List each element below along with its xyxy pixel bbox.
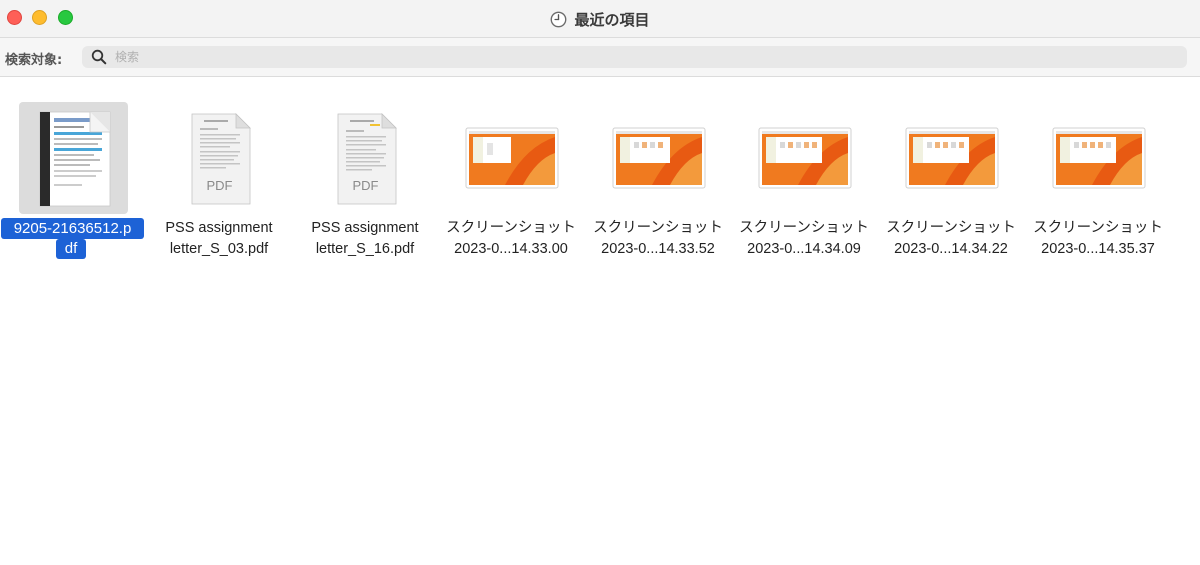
file-name-line1: スクリーンショット: [446, 220, 576, 236]
pdf-badge: PDF: [206, 178, 233, 193]
search-icon: [91, 49, 107, 65]
file-name-line2: letter_S_16.pdf: [315, 241, 415, 257]
file-name-line2: 2023-0...14.33.00: [454, 241, 568, 257]
file-name-line2: 2023-0...14.33.52: [601, 241, 715, 257]
file-name-line2: letter_S_03.pdf: [169, 241, 269, 257]
file-name-line2: df: [56, 239, 86, 259]
screenshot-thumbnail: [465, 127, 558, 189]
file-item[interactable]: スクリーンショット 2023-0...14.33.52: [585, 102, 731, 272]
file-name-label: スクリーンショット 2023-0...14.34.22: [878, 218, 1024, 260]
screenshot-thumbnail: [612, 127, 705, 189]
file-name-line1: スクリーンショット: [593, 220, 723, 236]
file-item[interactable]: スクリーンショット 2023-0...14.33.00: [438, 102, 584, 272]
search-bar: 検索対象:: [0, 38, 1200, 77]
file-name-line1: スクリーンショット: [1033, 220, 1163, 236]
screenshot-thumbnail: [1052, 127, 1145, 189]
file-thumbnail: [457, 102, 566, 214]
file-item[interactable]: スクリーンショット 2023-0...14.35.37: [1025, 102, 1171, 272]
pdf-document-icon: [39, 111, 110, 207]
file-name-label: スクリーンショット 2023-0...14.33.52: [585, 218, 731, 260]
file-thumbnail: [750, 102, 859, 214]
screenshot-thumbnail: [905, 127, 998, 189]
file-name-line1: スクリーンショット: [739, 220, 869, 236]
recents-window: 最近の項目 検索対象: 検索 9205-21636512.p df PDF PS…: [0, 0, 1200, 565]
file-item[interactable]: 9205-21636512.p df: [0, 102, 146, 272]
file-name-label: スクリーンショット 2023-0...14.35.37: [1025, 218, 1171, 260]
file-thumbnail: PDF: [165, 102, 274, 214]
file-name-label: PSS assignment letter_S_03.pdf: [146, 218, 292, 260]
file-thumbnail: [1044, 102, 1153, 214]
window-title: 最近の項目: [574, 10, 650, 29]
screenshot-thumbnail: [758, 127, 851, 189]
file-item[interactable]: スクリーンショット 2023-0...14.34.09: [731, 102, 877, 272]
pdf-document-icon: [191, 113, 251, 205]
file-thumbnail: PDF: [311, 102, 420, 214]
file-grid: 9205-21636512.p df PDF PSS assignment le…: [0, 78, 1200, 565]
pdf-badge: PDF: [352, 178, 379, 193]
window-title-group: 最近の項目: [0, 0, 1200, 38]
file-name-line1: PSS assignment: [311, 220, 419, 236]
file-thumbnail: [897, 102, 1006, 214]
title-bar: 最近の項目: [0, 0, 1200, 38]
file-name-label: PSS assignment letter_S_16.pdf: [292, 218, 438, 260]
file-name-line2: 2023-0...14.34.09: [747, 241, 861, 257]
file-thumbnail: [19, 102, 128, 214]
clock-icon: [551, 11, 567, 27]
file-name-label: スクリーンショット 2023-0...14.34.09: [731, 218, 877, 260]
file-thumbnail: [604, 102, 713, 214]
file-name-line1: PSS assignment: [165, 220, 273, 236]
file-name-line2: 2023-0...14.34.22: [894, 241, 1008, 257]
search-scope-label: 検索対象:: [5, 53, 63, 68]
search-input[interactable]: [115, 46, 1175, 68]
file-item[interactable]: スクリーンショット 2023-0...14.34.22: [878, 102, 1024, 272]
search-field[interactable]: [82, 46, 1187, 68]
file-item[interactable]: PDF PSS assignment letter_S_16.pdf: [292, 102, 438, 272]
file-name-line1: スクリーンショット: [886, 220, 1016, 236]
pdf-document-icon: [337, 113, 397, 205]
file-name-label: スクリーンショット 2023-0...14.33.00: [438, 218, 584, 260]
file-item[interactable]: PDF PSS assignment letter_S_03.pdf: [146, 102, 292, 272]
file-name-line1: 9205-21636512.p: [1, 218, 144, 239]
file-name-line2: 2023-0...14.35.37: [1041, 241, 1155, 257]
